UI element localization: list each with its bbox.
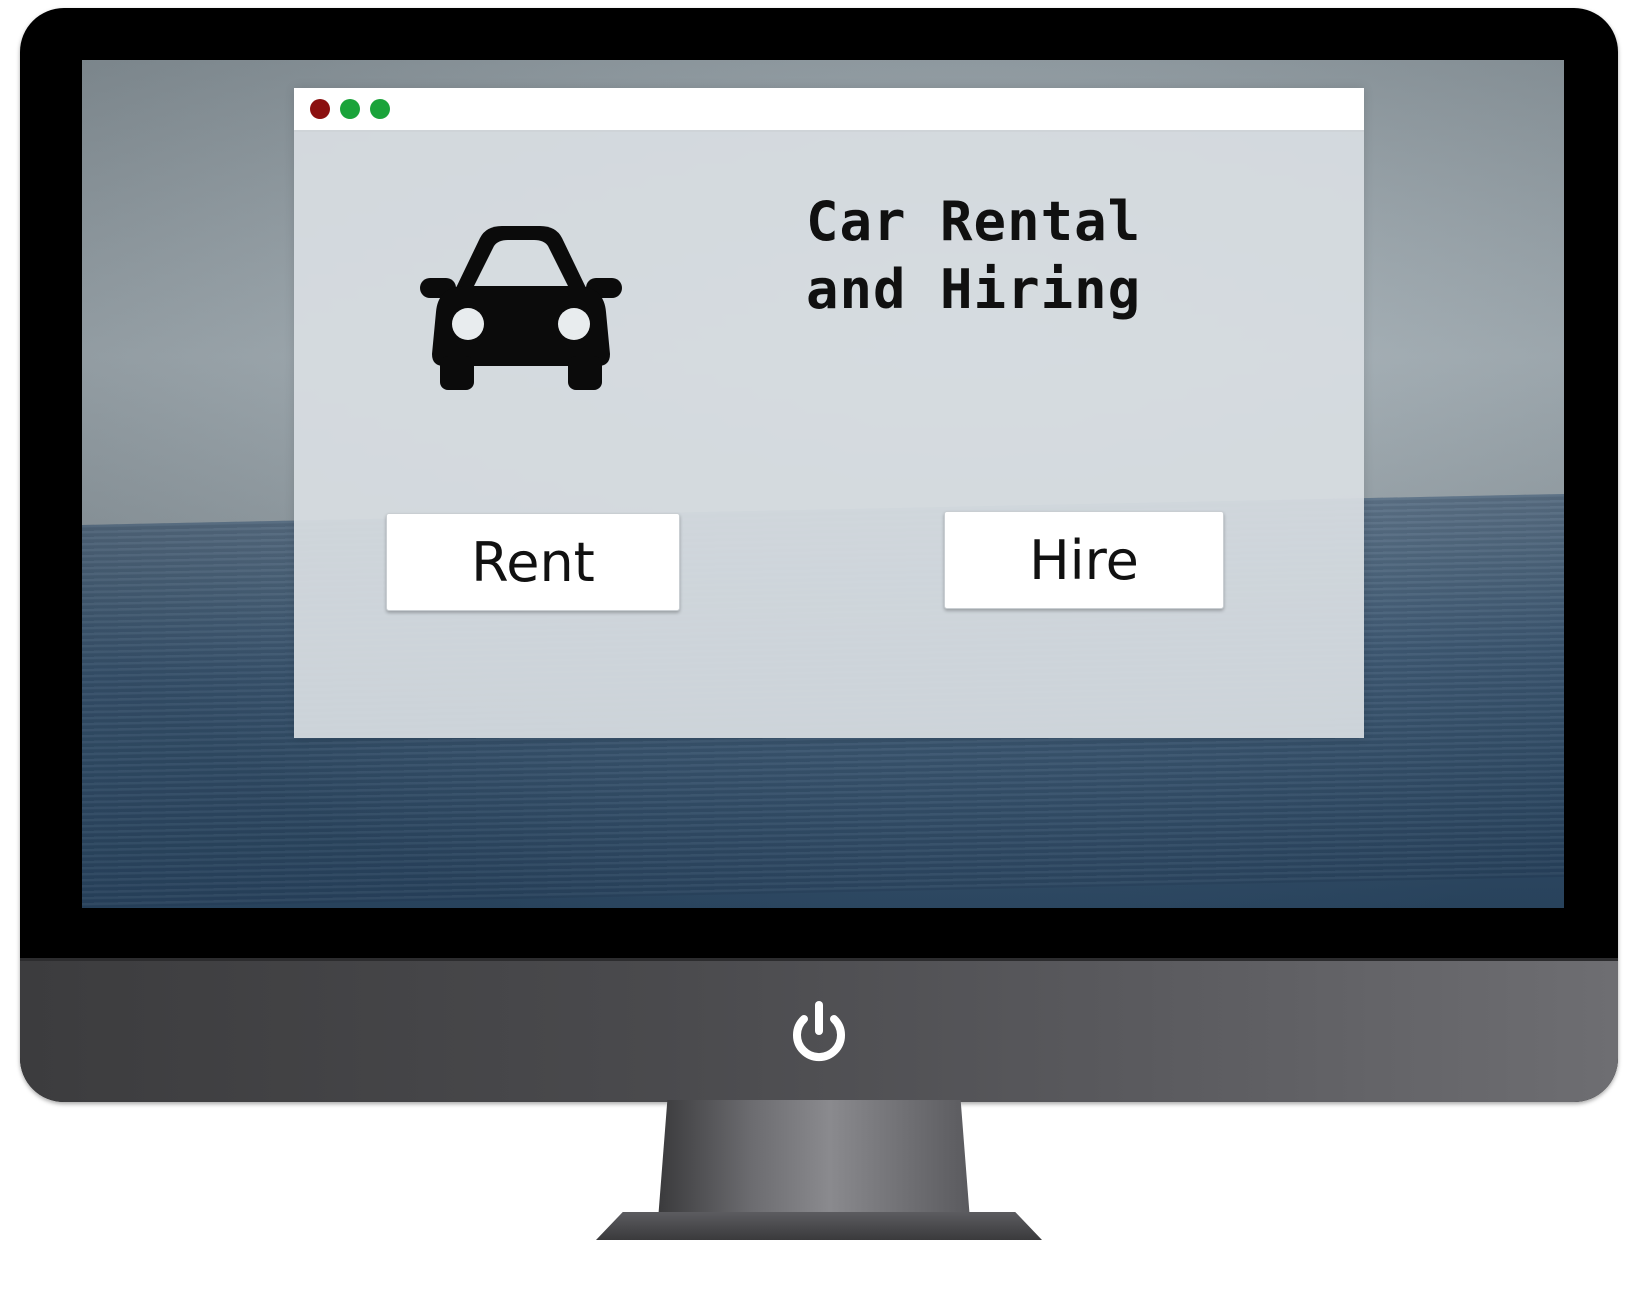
monitor-stand-neck (658, 1100, 970, 1220)
app-window: Car Rental and Hiring Rent Hire (294, 88, 1364, 738)
desktop-screen: Car Rental and Hiring Rent Hire (82, 60, 1564, 908)
rent-button[interactable]: Rent (386, 513, 680, 611)
monitor-chin (20, 958, 1618, 1102)
app-title: Car Rental and Hiring (806, 188, 1141, 324)
window-title-bar[interactable] (294, 88, 1364, 132)
power-icon[interactable] (784, 997, 854, 1067)
car-icon (420, 226, 622, 390)
app-title-line-2: and Hiring (806, 258, 1142, 321)
app-title-line-1: Car Rental (806, 190, 1142, 253)
monitor-stand-base (596, 1212, 1042, 1240)
hire-button[interactable]: Hire (944, 511, 1224, 609)
window-minimize-button[interactable] (340, 99, 360, 119)
window-close-button[interactable] (310, 99, 330, 119)
window-maximize-button[interactable] (370, 99, 390, 119)
monitor: Car Rental and Hiring Rent Hire (20, 8, 1618, 1102)
